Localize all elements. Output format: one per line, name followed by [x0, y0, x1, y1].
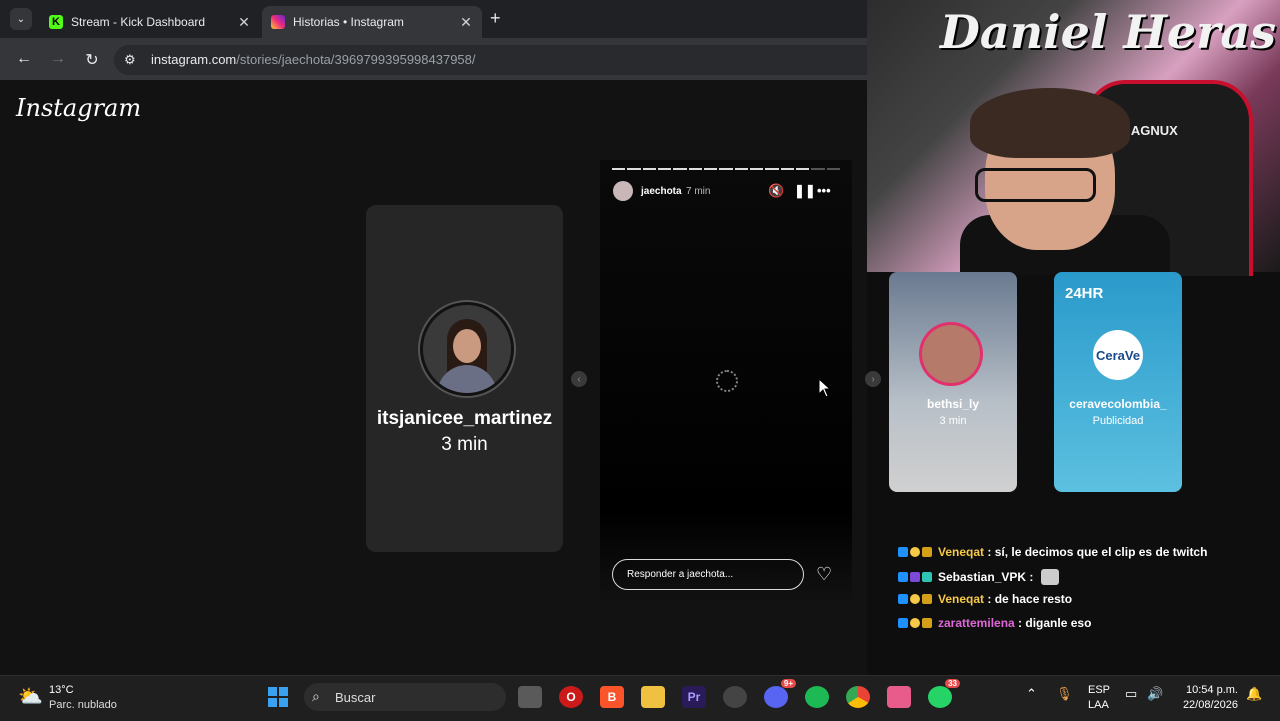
spotify-icon[interactable]	[805, 686, 829, 708]
sponsored-label: Publicidad	[1092, 415, 1144, 427]
tab-search-button[interactable]: ⌄	[10, 8, 32, 30]
suggested-story-username: bethsi_ly	[926, 397, 980, 411]
badge-icon	[898, 594, 908, 604]
kick-icon: K	[49, 15, 63, 29]
chevron-right-icon: ›	[871, 373, 875, 385]
badge-icon	[910, 572, 920, 582]
previous-story-time: 3 min	[441, 434, 488, 455]
notifications-icon[interactable]: 🔔	[1246, 686, 1262, 702]
emote-icon	[1040, 569, 1059, 585]
avatar	[420, 302, 514, 396]
search-label: Buscar	[335, 690, 376, 705]
chrome-icon[interactable]	[846, 686, 870, 708]
close-icon[interactable]: ✕	[234, 14, 254, 31]
reload-icon[interactable]: ↻	[82, 50, 102, 70]
badge-icon	[898, 547, 908, 557]
chat-message: zarattemilena : diganle eso	[898, 616, 1091, 630]
next-story-button[interactable]: ›	[865, 371, 881, 387]
story-time: 7 min	[686, 186, 711, 197]
tab-title: Historias • Instagram	[293, 15, 404, 29]
reply-placeholder: Responder a jaechota...	[627, 569, 734, 580]
tab-kick-dashboard[interactable]: K Stream - Kick Dashboard ✕	[40, 6, 260, 38]
wall-graffiti: Daniel Heras	[940, 5, 1277, 59]
badge-icon	[910, 547, 920, 557]
url-text[interactable]: instagram.com/stories/jaechota/396979939…	[151, 52, 476, 67]
notification-badge: 33	[945, 679, 960, 688]
photos-icon[interactable]	[887, 686, 911, 708]
language-indicator[interactable]: ESP	[1088, 684, 1110, 696]
taskbar	[0, 675, 1280, 721]
chat-username: Veneqat	[938, 545, 985, 559]
suggested-story-time: 3 min	[939, 415, 967, 427]
back-arrow-icon[interactable]: ←	[14, 50, 34, 68]
chat-message: Sebastian_VPK :	[898, 569, 1059, 585]
heart-icon[interactable]: ♡	[816, 564, 832, 585]
more-options-icon[interactable]: •••	[817, 183, 831, 198]
whatsapp-icon[interactable]: 33	[928, 679, 960, 708]
instagram-logo[interactable]: Instagram	[16, 94, 141, 122]
folder-icon[interactable]	[641, 686, 665, 708]
ad-headline: 24HR	[1065, 285, 1104, 302]
badge-icon	[910, 618, 920, 628]
suggested-story-card[interactable]	[1054, 272, 1182, 492]
previous-story-button[interactable]: ‹	[571, 371, 587, 387]
instagram-icon	[271, 15, 285, 29]
forward-arrow-icon[interactable]: →	[48, 50, 68, 68]
close-icon[interactable]: ✕	[456, 14, 476, 31]
badge-icon	[910, 594, 920, 604]
weather-icon[interactable]: ⛅	[18, 684, 43, 709]
chevron-up-icon[interactable]: ⌃	[1026, 686, 1037, 702]
suggested-story-username: ceravecolombia_	[1069, 397, 1167, 411]
chat-text: sí, le decimos que el clip es de twitch	[994, 545, 1208, 559]
mouse-cursor-icon	[818, 378, 830, 398]
notification-badge: 9+	[780, 679, 796, 688]
premiere-icon[interactable]: Pr	[682, 686, 706, 708]
badge-icon	[922, 547, 932, 557]
tab-instagram-stories[interactable]: Historias • Instagram ✕	[262, 6, 482, 38]
chat-username: Sebastian_VPK	[938, 570, 1027, 584]
avatar	[922, 325, 980, 383]
weather-condition[interactable]: Parc. nublado	[49, 699, 117, 711]
avatar[interactable]	[613, 181, 633, 201]
chat-text: diganle eso	[1025, 616, 1092, 630]
badge-icon	[922, 618, 932, 628]
clock-date[interactable]: 22/08/2026	[1176, 699, 1238, 711]
microphone-icon[interactable]: 🎙	[1056, 686, 1073, 702]
chevron-down-icon: ⌄	[16, 13, 26, 25]
streamer-hair	[970, 88, 1130, 158]
weather-temperature[interactable]: 13°C	[49, 684, 74, 696]
chat-message: Veneqat : de hace resto	[898, 592, 1072, 606]
clock-time[interactable]: 10:54 p.m.	[1176, 684, 1238, 696]
volume-icon[interactable]: 🔊	[1147, 686, 1163, 702]
badge-icon	[922, 572, 932, 582]
pause-icon[interactable]: ❚❚	[794, 183, 816, 199]
brave-icon[interactable]: B	[600, 686, 624, 708]
avatar: CeraVe	[1093, 330, 1143, 380]
tab-title: Stream - Kick Dashboard	[71, 15, 206, 29]
badge-icon	[922, 594, 932, 604]
badge-icon	[898, 572, 908, 582]
mute-icon[interactable]: 🔇	[768, 183, 784, 199]
chevron-left-icon: ‹	[577, 373, 581, 385]
chat-username: Veneqat	[938, 592, 985, 606]
chat-message: Veneqat : sí, le decimos que el clip es …	[898, 545, 1207, 559]
windows-start-icon[interactable]	[266, 686, 290, 708]
new-tab-button[interactable]: +	[490, 8, 501, 29]
discord-icon[interactable]: 9+	[764, 679, 796, 708]
site-settings-icon[interactable]: ⚙	[124, 52, 136, 68]
search-icon: ⌕	[312, 688, 320, 704]
opera-icon[interactable]: O	[559, 686, 583, 708]
obs-icon[interactable]	[723, 686, 747, 708]
loading-spinner-icon	[716, 370, 738, 392]
previous-story-username: itsjanicee_martinez	[376, 408, 553, 429]
keyboard-layout[interactable]: LAA	[1088, 699, 1109, 711]
story-username[interactable]: jaechota	[641, 186, 682, 197]
chat-username: zarattemilena	[938, 616, 1015, 630]
network-icon[interactable]: ▭	[1125, 686, 1137, 702]
story-progress-bar	[612, 168, 840, 170]
badge-icon	[898, 618, 908, 628]
task-view-icon[interactable]	[518, 686, 542, 708]
chat-text: de hace resto	[994, 592, 1073, 606]
glasses	[975, 168, 1096, 202]
